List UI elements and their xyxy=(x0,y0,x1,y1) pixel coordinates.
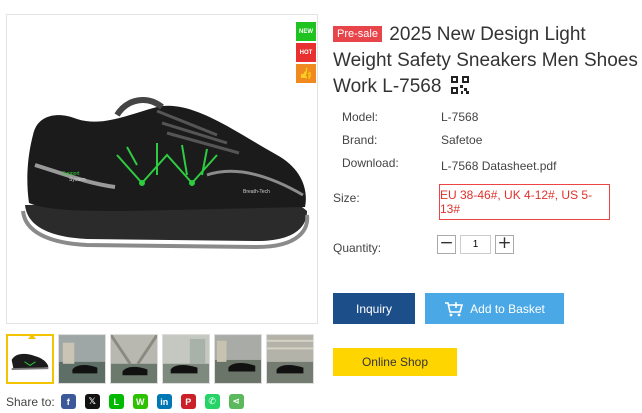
qr-code-icon[interactable] xyxy=(450,76,469,94)
thumbnail-3[interactable] xyxy=(110,334,158,384)
thumbnail-strip xyxy=(6,334,314,384)
pinterest-icon[interactable]: P xyxy=(180,394,196,409)
inquiry-button[interactable]: Inquiry xyxy=(333,293,415,324)
quantity-input[interactable] xyxy=(460,235,491,254)
cart-icon xyxy=(445,301,464,316)
new-badge: NEW xyxy=(296,22,316,41)
badge-column: NEW HOT 👍 xyxy=(296,22,316,85)
spec-model-label: Model: xyxy=(342,110,379,124)
quantity-increase-button[interactable]: + xyxy=(495,235,514,254)
online-shop-label: Online Shop xyxy=(361,355,429,369)
thumbnail-6[interactable] xyxy=(266,334,314,384)
thumbnail-1[interactable] xyxy=(6,334,54,384)
main-product-image[interactable]: Support System Breath-Tech xyxy=(6,14,318,324)
facebook-icon[interactable]: f xyxy=(60,394,76,409)
spec-brand-label: Brand: xyxy=(342,133,378,147)
share-label: Share to: xyxy=(6,394,55,409)
thumbs-up-icon[interactable]: 👍 xyxy=(296,64,316,83)
whatsapp-icon[interactable]: ✆ xyxy=(204,394,220,409)
sneaker-image: Support System Breath-Tech xyxy=(21,97,310,250)
linkedin-icon[interactable]: in xyxy=(156,394,172,409)
datasheet-link[interactable]: L-7568 Datasheet.pdf xyxy=(441,159,556,173)
brand-label: Breath-Tech xyxy=(243,189,270,195)
product-title: Pre-sale 2025 New Design Light Weight Sa… xyxy=(333,22,638,100)
inquiry-button-label: Inquiry xyxy=(355,301,393,316)
online-shop-button[interactable]: Online Shop xyxy=(333,348,457,376)
wechat-icon[interactable]: W xyxy=(132,394,148,409)
hot-badge: HOT xyxy=(296,43,316,62)
thumbnail-4[interactable] xyxy=(162,334,210,384)
quantity-decrease-button[interactable]: − xyxy=(437,235,456,254)
line-icon[interactable]: L xyxy=(108,394,124,409)
size-label: Size: xyxy=(333,191,360,205)
spec-brand-value: Safetoe xyxy=(441,133,483,147)
system-label: System xyxy=(69,177,86,183)
share-icon[interactable]: ⋖ xyxy=(228,394,244,409)
x-icon[interactable]: 𝕏 xyxy=(84,394,100,409)
thumbnail-2[interactable] xyxy=(58,334,106,384)
thumbnail-5[interactable] xyxy=(214,334,262,384)
spec-model-value: L-7568 xyxy=(441,110,479,124)
spec-download-label: Download: xyxy=(342,156,399,170)
add-to-basket-button[interactable]: Add to Basket xyxy=(425,293,564,324)
quantity-stepper: − + xyxy=(437,235,514,254)
quantity-label: Quantity: xyxy=(333,241,382,255)
add-to-basket-label: Add to Basket xyxy=(470,301,545,316)
share-bar: Share to: f 𝕏 L Win P ✆ ⋖ xyxy=(6,394,253,409)
presale-badge: Pre-sale xyxy=(333,26,382,42)
size-option[interactable]: EU 38-46#, UK 4-12#, US 5-13# xyxy=(439,184,610,220)
